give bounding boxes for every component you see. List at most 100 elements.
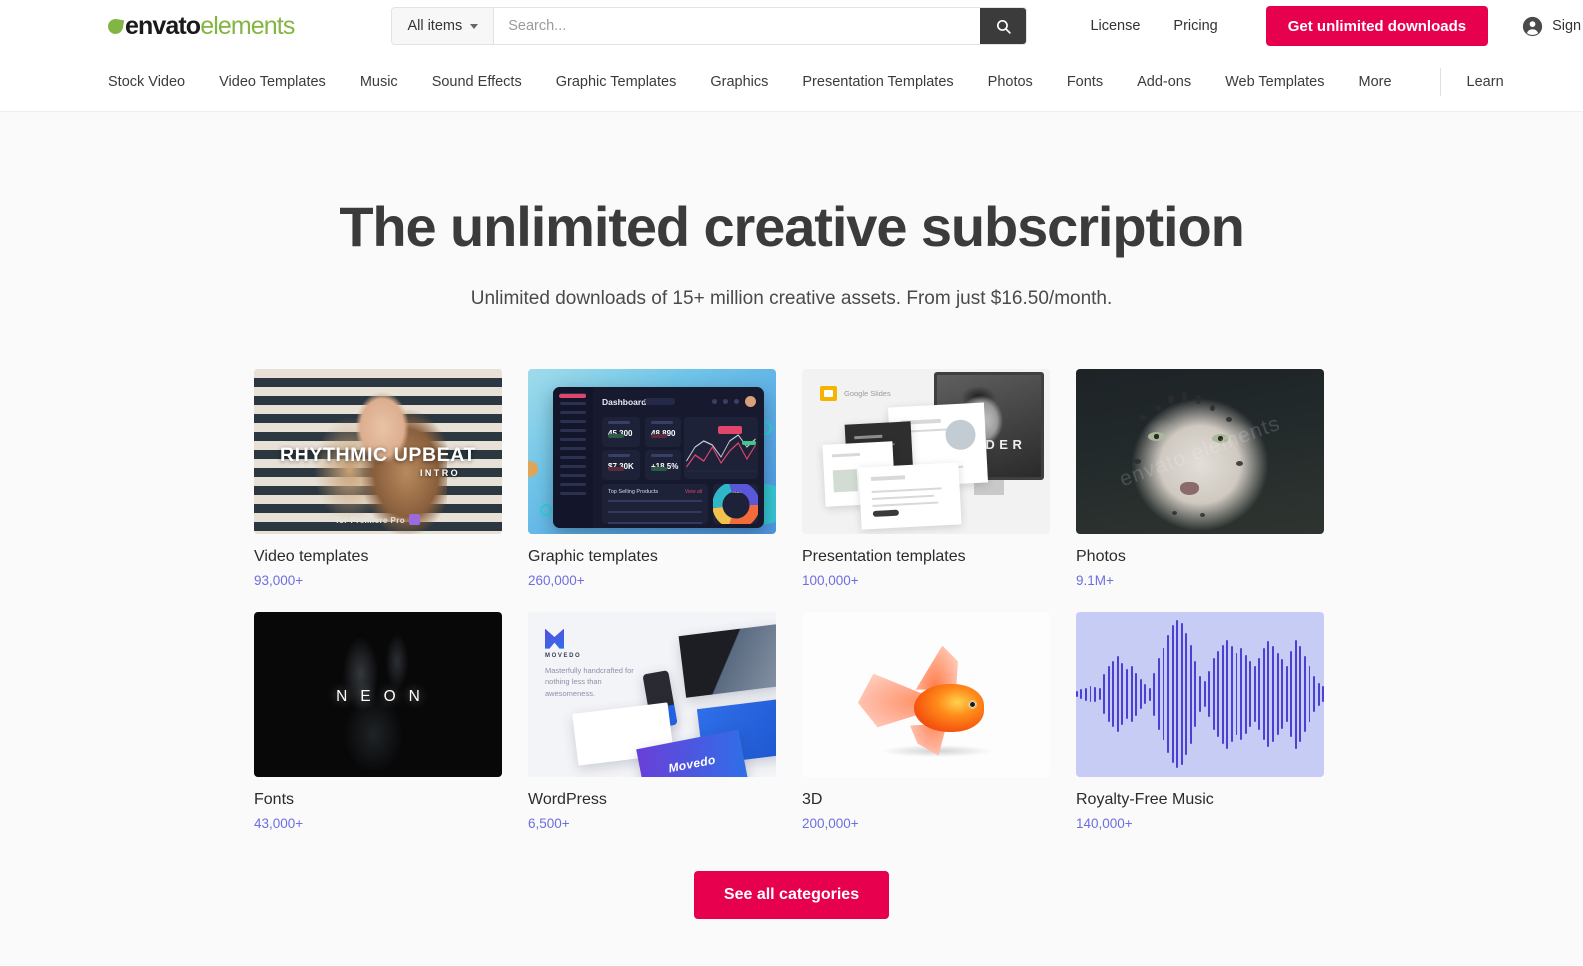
card-count-video-templates[interactable]: 93,000+	[254, 573, 502, 588]
snow-leopard-photo: envato elements	[1076, 368, 1324, 534]
waveform-bar	[1189, 644, 1192, 744]
waveform-bar	[1285, 666, 1288, 723]
waveform-bar	[1281, 659, 1284, 729]
catnav-item-stock-video[interactable]: Stock Video	[108, 74, 185, 90]
catnav-item-add-ons[interactable]: Add-ons	[1137, 74, 1191, 90]
waveform-bar	[1258, 657, 1261, 731]
card-title-photos: Photos	[1076, 547, 1126, 565]
waveform-bar	[1221, 644, 1224, 744]
card-count-fonts[interactable]: 43,000+	[254, 816, 502, 831]
waveform-bar	[1185, 633, 1188, 756]
search-submit-button[interactable]	[980, 8, 1027, 44]
category-card-wordpress[interactable]: MOVEDO Masterfully handcrafted for nothi…	[528, 611, 776, 831]
card-count-royalty-free-music[interactable]: 140,000+	[1076, 816, 1324, 831]
waveform-bar	[1126, 669, 1128, 719]
catnav-item-photos[interactable]: Photos	[988, 74, 1033, 90]
google-slides-bold: Google	[844, 388, 869, 398]
movedo-artwork: MOVEDO Masterfully handcrafted for nothi…	[528, 611, 776, 777]
card-title-royalty-free-music: Royalty-Free Music	[1076, 790, 1214, 808]
chart-tooltip	[718, 425, 742, 434]
video-overlay-subtitle: INTRO	[420, 467, 460, 478]
category-card-video-templates[interactable]: RHYTHMIC UPBEAT INTRO for Premiere Pro V…	[254, 368, 502, 588]
thumbnail-presentation-templates: Google Slides SLIDER	[802, 368, 1050, 534]
category-card-graphic-templates[interactable]: Dashboard 45,300 48,890 $7,30K +18.5%	[528, 368, 776, 588]
card-title-video-templates: Video templates	[254, 547, 369, 565]
card-count-wordpress[interactable]: 6,500+	[528, 816, 776, 831]
catnav-item-fonts[interactable]: Fonts	[1067, 74, 1103, 90]
deco-circle-4	[540, 503, 552, 516]
kpi-card-2: 48,890	[645, 416, 681, 447]
category-card-3d[interactable]: 3D 200,000+	[802, 611, 1050, 831]
chevron-down-icon	[470, 23, 479, 29]
catnav-item-more[interactable]: More	[1359, 74, 1392, 90]
category-card-grid: RHYTHMIC UPBEAT INTRO for Premiere Pro V…	[254, 368, 1329, 831]
catnav-item-music[interactable]: Music	[360, 74, 398, 90]
catnav-item-sound-effects[interactable]: Sound Effects	[432, 74, 522, 90]
dashboard-sidebar	[553, 386, 593, 528]
waveform-bar	[1322, 685, 1324, 703]
top-header-bar: envato elements All items License Pricin…	[0, 0, 1583, 52]
nav-divider	[1439, 67, 1441, 96]
get-unlimited-downloads-button[interactable]: Get unlimited downloads	[1265, 6, 1489, 46]
photo-watermark: envato elements	[1116, 410, 1284, 491]
chart-badge	[742, 440, 756, 445]
catnav-item-learn[interactable]: Learn	[1467, 74, 1504, 90]
video-template-artwork: RHYTHMIC UPBEAT INTRO for Premiere Pro	[254, 368, 502, 534]
catnav-item-video-templates[interactable]: Video Templates	[219, 74, 326, 90]
waveform-bar	[1272, 646, 1274, 742]
catnav-item-web-templates[interactable]: Web Templates	[1225, 74, 1324, 90]
search-bar: All items	[391, 7, 1028, 45]
waveform-bar	[1313, 675, 1316, 713]
catnav-item-presentation-templates[interactable]: Presentation Templates	[802, 74, 953, 90]
audio-waveform-artwork	[1076, 611, 1324, 777]
dashboard-title: Dashboard	[602, 396, 647, 407]
nav-link-license[interactable]: License	[1090, 18, 1140, 34]
catnav-item-graphic-templates[interactable]: Graphic Templates	[556, 74, 677, 90]
category-card-royalty-free-music[interactable]: Royalty-Free Music 140,000+	[1076, 611, 1324, 831]
waveform-bar	[1076, 690, 1078, 698]
video-overlay-title: RHYTHMIC UPBEAT	[279, 443, 477, 466]
google-slides-light: Slides	[868, 388, 891, 398]
neon-artwork: NEON	[254, 611, 502, 777]
waveform-bar	[1112, 661, 1115, 728]
logo-elements-text: elements	[200, 11, 295, 40]
google-slides-label: Google Slides	[844, 389, 891, 398]
see-all-categories-button[interactable]: See all categories	[693, 870, 890, 919]
waveform-bar	[1103, 674, 1106, 714]
card-count-graphic-templates[interactable]: 260,000+	[528, 573, 776, 588]
envato-elements-logo[interactable]: envato elements	[106, 11, 295, 41]
waveform-bar	[1176, 619, 1179, 769]
nav-link-pricing[interactable]: Pricing	[1173, 18, 1217, 34]
waveform-bar	[1267, 641, 1270, 747]
card-count-presentation-templates[interactable]: 100,000+	[802, 573, 1050, 588]
waveform-bar	[1167, 634, 1170, 754]
category-card-fonts[interactable]: NEON Fonts 43,000+	[254, 611, 502, 831]
sign-in-button[interactable]: Sign In	[1522, 16, 1583, 37]
card-count-photos[interactable]: 9.1M+	[1076, 573, 1324, 588]
waveform-bar	[1139, 679, 1142, 709]
all-items-dropdown[interactable]: All items	[392, 8, 495, 44]
card-count-3d[interactable]: 200,000+	[802, 816, 1050, 831]
waveform-bar	[1235, 652, 1238, 736]
waveform-bar	[1299, 646, 1302, 742]
waveform-bar	[1244, 654, 1247, 734]
category-card-photos[interactable]: envato elements Photos 9.1M+	[1076, 368, 1324, 588]
thumbnail-photos: envato elements	[1076, 368, 1324, 534]
all-items-label: All items	[407, 18, 463, 34]
waveform-bar	[1276, 652, 1279, 736]
catnav-item-graphics[interactable]: Graphics	[710, 74, 768, 90]
waveform-bar	[1203, 680, 1206, 708]
waveform-bar	[1212, 657, 1215, 731]
category-navigation: Stock Video Video Templates Music Sound …	[0, 52, 1583, 112]
waveform-bar	[1303, 656, 1306, 733]
waveform-bar	[1080, 689, 1083, 700]
page-subtitle: Unlimited downloads of 15+ million creat…	[470, 287, 1113, 309]
category-card-presentation-templates[interactable]: Google Slides SLIDER Presentation templa…	[802, 368, 1050, 588]
search-input[interactable]	[494, 8, 981, 44]
movedo-tagline: Masterfully handcrafted for nothing less…	[545, 665, 634, 698]
card-title-presentation-templates: Presentation templates	[802, 547, 966, 565]
dashboard-screen: Dashboard 45,300 48,890 $7,30K +18.5%	[553, 386, 764, 528]
waveform-bar	[1098, 688, 1101, 700]
page-title: The unlimited creative subscription	[339, 195, 1244, 258]
neon-overlay-text: NEON	[336, 687, 433, 705]
